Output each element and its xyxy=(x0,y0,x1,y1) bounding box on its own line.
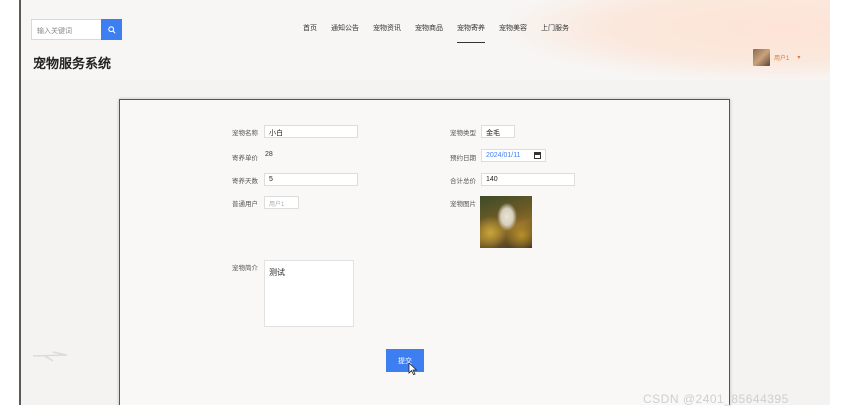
image-label: 宠物图片 xyxy=(450,201,476,208)
main-nav: 首页 通知公告 宠物资讯 宠物商品 宠物寄养 宠物美容 上门服务 xyxy=(303,23,583,43)
user-menu[interactable]: 用户1 ▾ xyxy=(753,49,800,66)
user-input[interactable]: 用户1 xyxy=(264,196,299,209)
nav-news[interactable]: 宠物资讯 xyxy=(373,23,401,33)
pet-type-input[interactable]: 金毛 xyxy=(481,125,515,138)
intro-textarea[interactable]: 测试 xyxy=(264,260,354,327)
nav-grooming[interactable]: 宠物美容 xyxy=(499,23,527,33)
pet-name-label: 宠物名称 xyxy=(232,130,258,137)
total-label: 合计总价 xyxy=(450,178,476,185)
search-button[interactable] xyxy=(101,19,122,40)
right-margin xyxy=(830,0,845,416)
search-input[interactable]: 输入关键词 xyxy=(31,19,101,40)
price-label: 寄养单价 xyxy=(232,155,258,162)
nav-home[interactable]: 首页 xyxy=(303,23,317,33)
nav-home-service[interactable]: 上门服务 xyxy=(541,23,569,33)
browser-content: 输入关键词 首页 通知公告 宠物资讯 宠物商品 宠物寄养 宠物美容 上门服务 宠… xyxy=(19,0,830,405)
pet-image[interactable] xyxy=(480,196,532,248)
nav-notices[interactable]: 通知公告 xyxy=(331,23,359,33)
mouse-cursor-icon xyxy=(408,363,417,375)
date-label: 预约日期 xyxy=(450,155,476,162)
nav-boarding[interactable]: 宠物寄养 xyxy=(457,23,485,43)
days-input[interactable]: 5 xyxy=(264,173,358,186)
nav-products[interactable]: 宠物商品 xyxy=(415,23,443,33)
watermark: CSDN @2401_85644395 xyxy=(643,392,789,406)
intro-label: 宠物简介 xyxy=(232,265,258,272)
user-label: 普通用户 xyxy=(232,201,258,208)
price-value: 28 xyxy=(265,151,273,158)
chevron-down-icon: ▾ xyxy=(797,55,801,61)
pet-name-input[interactable]: 小白 xyxy=(264,125,358,138)
boarding-form-panel: 宠物名称 小白 宠物类型 金毛 寄养单价 28 预约日期 2024/01/11 … xyxy=(119,99,730,405)
date-input[interactable]: 2024/01/11 xyxy=(481,149,546,162)
date-value: 2024/01/11 xyxy=(486,152,521,159)
site-title: 宠物服务系统 xyxy=(33,56,112,71)
avatar xyxy=(753,49,770,66)
pet-type-label: 宠物类型 xyxy=(450,130,476,137)
header-decoration xyxy=(510,0,830,80)
search-icon xyxy=(107,25,116,34)
submit-button[interactable]: 提交 xyxy=(386,349,424,372)
calendar-icon[interactable] xyxy=(534,152,541,159)
days-label: 寄养天数 xyxy=(232,178,258,185)
total-input[interactable]: 140 xyxy=(481,173,575,186)
user-name: 用户1 xyxy=(774,56,790,62)
header-bar: 输入关键词 首页 通知公告 宠物资讯 宠物商品 宠物寄养 宠物美容 上门服务 宠… xyxy=(21,0,830,80)
plane-decoration-left xyxy=(33,351,67,362)
